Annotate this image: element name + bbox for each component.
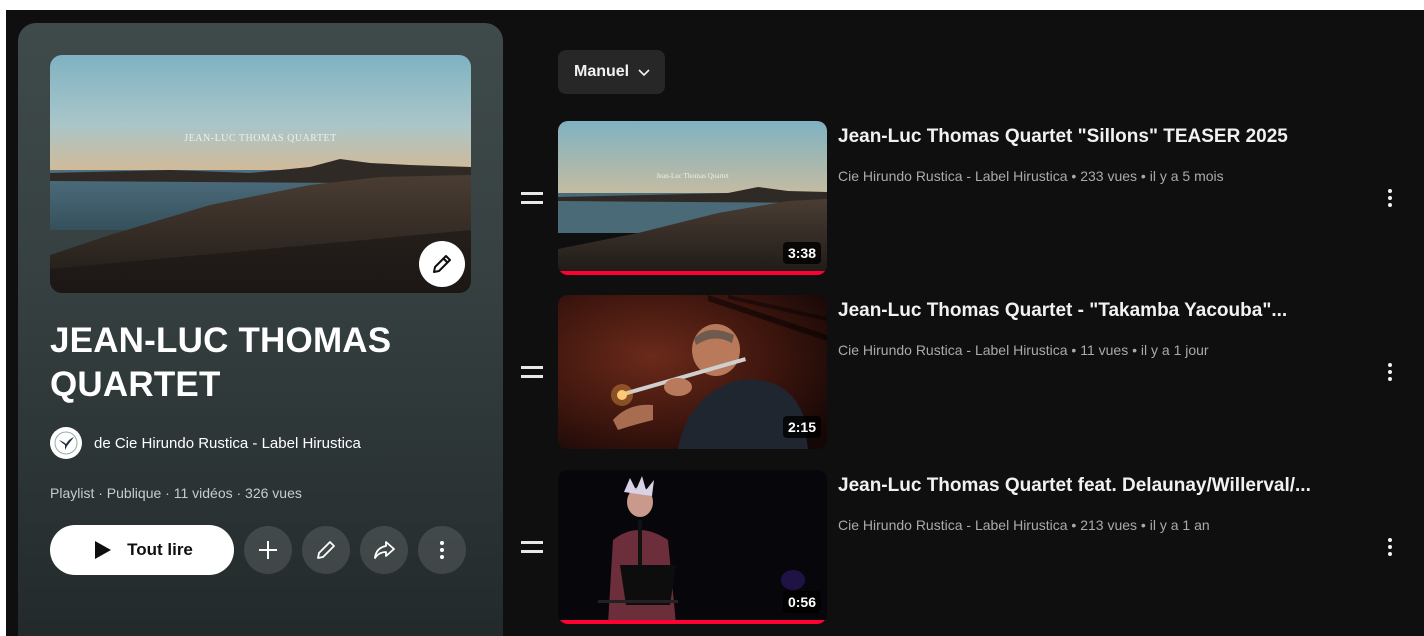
playlist-thumbnail[interactable]: JEAN-LUC THOMAS QUARTET — [50, 55, 471, 293]
playlist-header-panel: JEAN-LUC THOMAS QUARTET JEAN-LUC THOMAS … — [18, 23, 503, 636]
video-thumbnail[interactable]: 0:56 — [558, 470, 827, 624]
pencil-icon — [433, 255, 451, 273]
playlist-video-item[interactable]: Jean-Luc Thomas Quartet 3:38 Jean-Luc Th… — [516, 121, 1416, 276]
playlist-title: JEAN-LUC THOMAS QUARTET — [50, 321, 392, 404]
play-all-label: Tout lire — [127, 540, 193, 559]
plus-icon — [259, 541, 277, 559]
more-actions-button[interactable] — [418, 526, 466, 574]
drag-handle[interactable] — [521, 192, 547, 206]
swallow-logo-icon — [54, 431, 78, 455]
playlist-video-item[interactable]: 0:56 Jean-Luc Thomas Quartet feat. Delau… — [516, 470, 1416, 625]
play-all-button[interactable]: Tout lire — [50, 525, 234, 575]
pencil-icon — [317, 541, 335, 559]
owner-name[interactable]: de Cie Hirundo Rustica - Label Hirustica — [94, 435, 361, 452]
more-vertical-icon — [440, 541, 444, 559]
youtube-playlist-page: JEAN-LUC THOMAS QUARTET JEAN-LUC THOMAS … — [6, 10, 1424, 636]
chevron-down-icon — [638, 69, 650, 77]
add-to-button[interactable] — [244, 526, 292, 574]
video-meta: Cie Hirundo Rustica - Label Hirustica • … — [838, 517, 1210, 533]
video-thumbnail[interactable]: 2:15 — [558, 295, 827, 449]
playlist-video-item[interactable]: 2:15 Jean-Luc Thomas Quartet - "Takamba … — [516, 295, 1416, 450]
thumbnail-overlay-text: Jean-Luc Thomas Quartet — [656, 172, 729, 180]
playlist-actions: Tout lire — [50, 525, 466, 575]
playlist-meta: Playlist · Publique · 11 vidéos · 326 vu… — [50, 485, 302, 501]
video-meta: Cie Hirundo Rustica - Label Hirustica • … — [838, 168, 1224, 184]
share-icon — [374, 541, 395, 559]
video-title[interactable]: Jean-Luc Thomas Quartet feat. Delaunay/W… — [838, 475, 1358, 497]
beach-landscape-image — [50, 55, 471, 293]
avatar[interactable] — [50, 427, 82, 459]
video-meta: Cie Hirundo Rustica - Label Hirustica • … — [838, 342, 1209, 358]
watch-progress-bar — [558, 620, 827, 624]
video-duration: 2:15 — [782, 416, 821, 438]
video-duration: 0:56 — [782, 591, 821, 613]
video-title[interactable]: Jean-Luc Thomas Quartet - "Takamba Yacou… — [838, 300, 1358, 322]
video-more-button[interactable] — [1378, 357, 1402, 387]
drag-handle[interactable] — [521, 366, 547, 380]
play-icon — [95, 541, 112, 559]
video-thumbnail[interactable]: Jean-Luc Thomas Quartet 3:38 — [558, 121, 827, 275]
sort-label: Manuel — [574, 63, 630, 80]
video-more-button[interactable] — [1378, 183, 1402, 213]
drag-handle[interactable] — [521, 541, 547, 555]
edit-thumbnail-button[interactable] — [419, 241, 465, 287]
sort-dropdown[interactable]: Manuel — [558, 50, 666, 94]
thumbnail-overlay-text: JEAN-LUC THOMAS QUARTET — [184, 133, 337, 144]
edit-playlist-button[interactable] — [302, 526, 350, 574]
playlist-owner[interactable]: de Cie Hirundo Rustica - Label Hirustica — [50, 427, 361, 459]
watch-progress-bar — [558, 271, 827, 275]
video-title[interactable]: Jean-Luc Thomas Quartet "Sillons" TEASER… — [838, 126, 1358, 148]
video-duration: 3:38 — [782, 242, 821, 264]
share-button[interactable] — [360, 526, 408, 574]
video-more-button[interactable] — [1378, 532, 1402, 562]
